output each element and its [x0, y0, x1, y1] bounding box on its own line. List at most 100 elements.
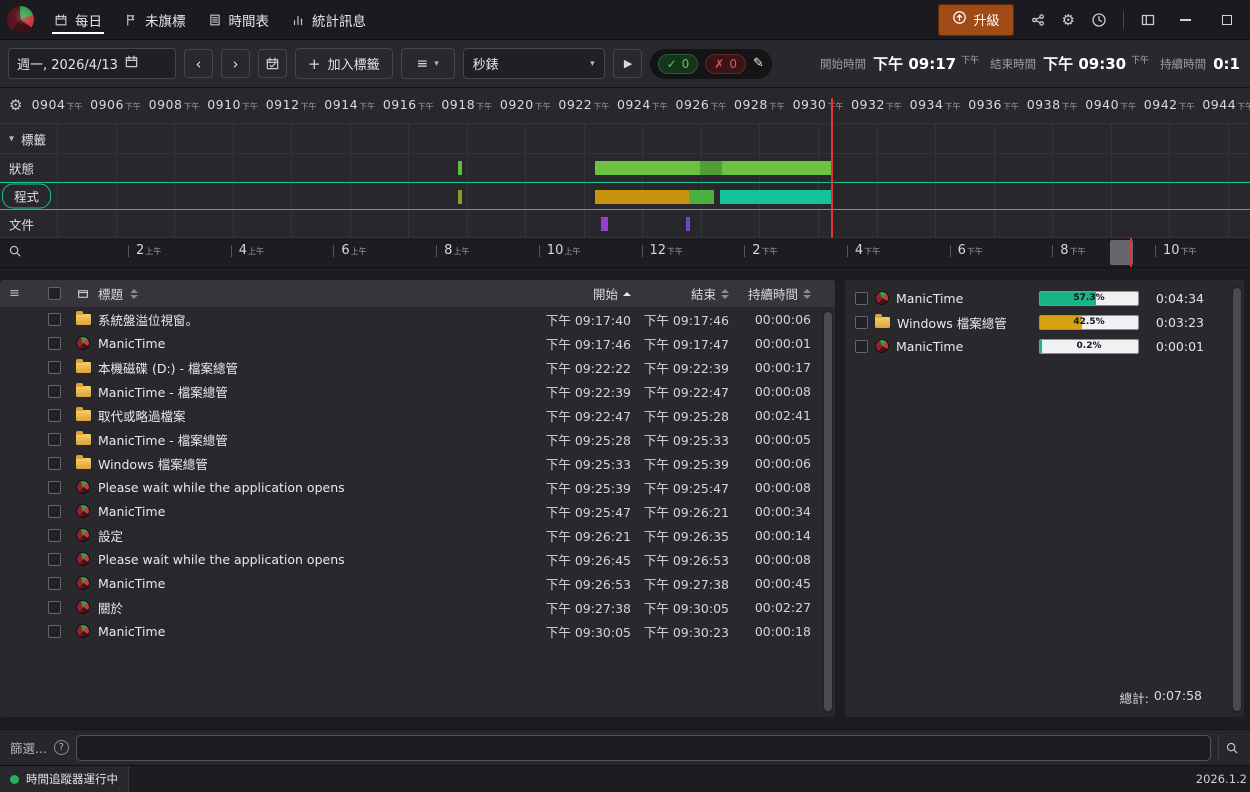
time-tick: 0934下午	[909, 97, 961, 112]
activity-segment[interactable]	[721, 161, 832, 175]
status-dot-icon	[10, 774, 19, 784]
table-row[interactable]: 取代或略過檔案 下午 09:22:47 下午 09:25:28 00:02:41	[0, 403, 821, 427]
table-row[interactable]: Please wait while the application opens 下…	[0, 475, 821, 499]
right-scrollbar[interactable]	[1232, 286, 1242, 713]
row-checkbox[interactable]	[47, 312, 61, 326]
table-row[interactable]: 系統盤溢位視窗。 下午 09:17:40 下午 09:17:46 00:00:06	[0, 307, 821, 331]
row-checkbox[interactable]	[855, 339, 868, 353]
tab-daily[interactable]: 每日	[43, 0, 113, 39]
timeline-row-tags[interactable]: ▾ 標籤	[0, 124, 1250, 154]
row-checkbox[interactable]	[47, 456, 61, 470]
activity-segment[interactable]	[686, 217, 690, 231]
activity-segment[interactable]	[720, 190, 832, 204]
chevron-down-icon[interactable]: ▾	[9, 133, 14, 144]
date-picker[interactable]: 週一, 2026/4/13	[8, 48, 176, 79]
time-tick: 0944下午	[1202, 97, 1250, 112]
timeline-row-documents[interactable]: 文件	[0, 210, 1250, 238]
activity-segment[interactable]	[601, 217, 609, 231]
row-checkbox[interactable]	[47, 384, 61, 398]
row-checkbox[interactable]	[47, 360, 61, 374]
row-duration: 00:00:17	[754, 359, 811, 375]
end-time-value: 下午 09:30	[1043, 55, 1127, 73]
error-counter[interactable]: ✗ 0	[705, 53, 746, 74]
row-checkbox[interactable]	[855, 315, 868, 329]
day-overview[interactable]: 2 上午 4 上午 6 上午 8 上午 10 上午 12 下午 2 下午 4 下午 6 下午 8 下午 10 下午	[0, 238, 1250, 268]
table-row[interactable]: Windows 檔案總管 下午 09:25:33 下午 09:25:39 00:00:…	[0, 451, 821, 475]
add-tag-button[interactable]: + 加入標籤	[295, 48, 393, 79]
activity-segment[interactable]	[689, 190, 714, 204]
row-checkbox[interactable]	[47, 480, 61, 494]
select-all-checkbox[interactable]	[47, 287, 61, 300]
table-row[interactable]: 關於 下午 09:27:38 下午 09:30:05 00:02:27	[0, 595, 821, 619]
row-title: 系統盤溢位視窗。	[98, 312, 199, 328]
table-row[interactable]: ManicTime - 檔案總管 下午 09:22:39 下午 09:22:47 00…	[0, 379, 821, 403]
go-to-today-button[interactable]	[258, 49, 287, 78]
zoom-search-icon[interactable]	[8, 244, 22, 262]
ok-counter[interactable]: ✓ 0	[657, 53, 699, 74]
summary-row[interactable]: ManicTime 57.3% 0:04:34	[845, 286, 1244, 310]
play-button[interactable]: ▶	[612, 49, 642, 78]
settings-gear-icon[interactable]: ⚙	[1062, 11, 1075, 29]
table-row[interactable]: Please wait while the application opens 下…	[0, 547, 821, 571]
edit-pencil-icon[interactable]: ✎	[753, 56, 764, 71]
search-icon[interactable]	[1218, 734, 1244, 761]
row-checkbox[interactable]	[47, 336, 61, 350]
timeline-row-applications[interactable]: 程式	[0, 182, 1250, 210]
stopwatch-select[interactable]: 秒錶 ▾	[462, 48, 605, 79]
row-checkbox[interactable]	[47, 624, 61, 638]
table-row[interactable]: ManicTime 下午 09:26:53 下午 09:27:38 00:00:45	[0, 571, 821, 595]
scrollbar-thumb[interactable]	[824, 312, 832, 711]
minimize-button[interactable]	[1172, 7, 1198, 33]
maximize-button[interactable]	[1214, 7, 1240, 33]
tab-unflagged[interactable]: 未旗標	[113, 0, 197, 39]
tag-list-dropdown[interactable]: ≡ ▾	[400, 48, 455, 79]
header-start[interactable]: 開始	[539, 284, 635, 303]
sort-asc-icon	[623, 291, 631, 296]
filter-input[interactable]	[75, 734, 1211, 761]
activity-segment[interactable]	[457, 161, 462, 175]
table-row[interactable]: ManicTime 下午 09:30:05 下午 09:30:23 00:00:18	[0, 619, 821, 643]
folder-icon	[75, 406, 91, 421]
timeline-row-status[interactable]: 狀態	[0, 154, 1250, 182]
row-checkbox[interactable]	[47, 600, 61, 614]
panel-layout-icon[interactable]	[1140, 12, 1156, 28]
row-checkbox[interactable]	[47, 408, 61, 422]
row-checkbox[interactable]	[47, 552, 61, 566]
connections-icon[interactable]	[1030, 12, 1046, 28]
left-scrollbar[interactable]	[823, 310, 833, 713]
row-title: 取代或略過檔案	[98, 408, 186, 424]
next-day-button[interactable]: ›	[221, 49, 250, 78]
row-checkbox[interactable]	[47, 432, 61, 446]
scrollbar-thumb[interactable]	[1233, 288, 1241, 711]
tab-statistics[interactable]: 統計訊息	[280, 0, 377, 39]
table-row[interactable]: 設定 下午 09:26:21 下午 09:26:35 00:00:14	[0, 523, 821, 547]
activity-segment[interactable]	[595, 190, 690, 204]
summary-row[interactable]: ManicTime 0.2% 0:00:01	[845, 334, 1244, 358]
row-checkbox[interactable]	[855, 291, 868, 305]
tab-timesheet[interactable]: 時間表	[197, 0, 281, 39]
overview-tick: 8 上午	[436, 243, 469, 258]
table-row[interactable]: ManicTime - 檔案總管 下午 09:25:28 下午 09:25:33 00…	[0, 427, 821, 451]
help-icon[interactable]: ?	[53, 740, 69, 755]
summary-row[interactable]: Windows 檔案總管 42.5% 0:03:23	[845, 310, 1244, 334]
header-title[interactable]: 標題	[98, 284, 539, 303]
row-checkbox[interactable]	[47, 576, 61, 590]
row-checkbox[interactable]	[47, 528, 61, 542]
row-checkbox[interactable]	[47, 504, 61, 518]
row-start: 下午 09:22:47	[545, 408, 631, 424]
table-row[interactable]: ManicTime 下午 09:25:47 下午 09:26:21 00:00:34	[0, 499, 821, 523]
upgrade-button[interactable]: 升級	[937, 3, 1014, 36]
header-end[interactable]: 結束	[635, 284, 733, 303]
header-duration[interactable]: 持續時間	[733, 284, 821, 303]
table-row[interactable]: ManicTime 下午 09:17:46 下午 09:17:47 00:00:01	[0, 331, 821, 355]
columns-icon[interactable]: ≡	[0, 286, 40, 301]
track-counters: ✓ 0 ✗ 0 ✎	[649, 48, 772, 79]
table-row[interactable]: 本機磁碟 (D:) - 檔案總管 下午 09:22:22 下午 09:22:39 00…	[0, 355, 821, 379]
timeline-settings-gear-icon[interactable]: ⚙	[9, 96, 22, 114]
activity-segment[interactable]	[457, 190, 462, 204]
window-icon[interactable]	[68, 287, 98, 301]
prev-day-button[interactable]: ‹	[184, 49, 213, 78]
activity-segment[interactable]	[700, 161, 722, 175]
clock-icon[interactable]	[1091, 12, 1107, 28]
activity-segment[interactable]	[595, 161, 700, 175]
